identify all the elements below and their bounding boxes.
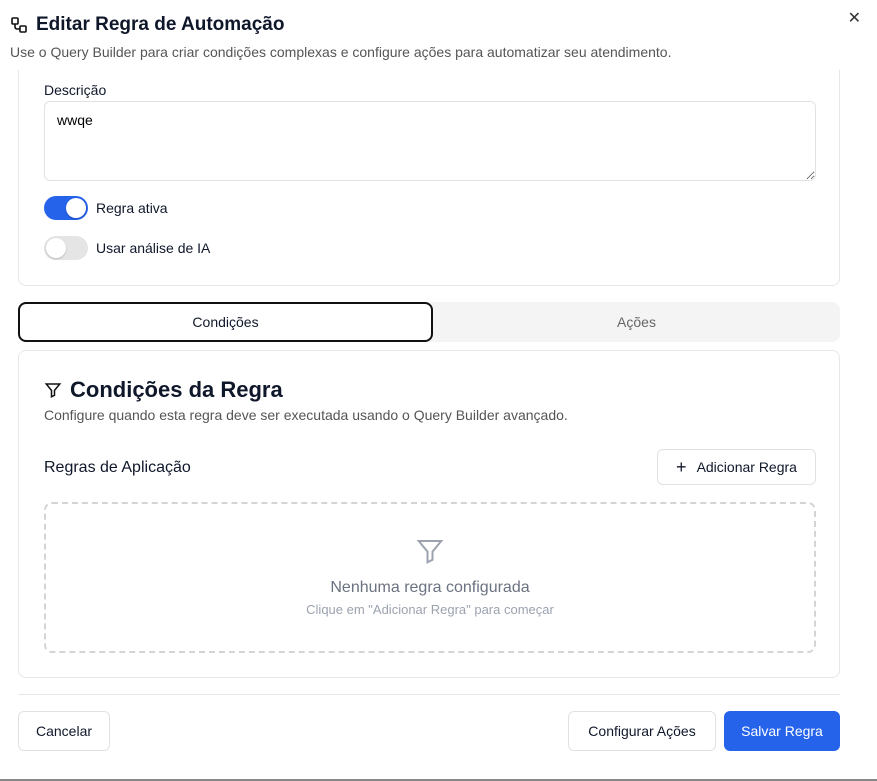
toggle-active-label: Regra ativa (96, 200, 168, 216)
toggle-active[interactable]: Regra ativa (44, 196, 168, 220)
workflow-icon (11, 17, 27, 33)
plus-icon: + (676, 456, 687, 477)
tab-conditions[interactable]: Condições (18, 302, 433, 342)
empty-state: Nenhuma regra configurada Clique em "Adi… (44, 502, 816, 653)
tabs: Condições Ações (18, 302, 840, 342)
dialog-title-text: Editar Regra de Automação (36, 14, 285, 35)
footer-divider (18, 694, 840, 695)
description-label: Descrição (44, 82, 107, 98)
conditions-subtitle: Configure quando esta regra deve ser exe… (44, 407, 568, 423)
dialog-subtitle: Use o Query Builder para criar condições… (10, 44, 672, 60)
rules-label: Regras de Aplicação (44, 459, 191, 476)
empty-hint: Clique em "Adicionar Regra" para começar (306, 602, 554, 617)
filter-icon (44, 383, 62, 398)
save-rule-button[interactable]: Salvar Regra (724, 711, 840, 751)
active-switch[interactable] (44, 196, 88, 220)
rule-details-card: Descrição Regra ativa Usar análise de IA (18, 70, 840, 286)
filter-icon (416, 540, 444, 564)
cancel-button[interactable]: Cancelar (18, 711, 110, 751)
toggle-ai-label: Usar análise de IA (96, 240, 211, 256)
ai-switch[interactable] (44, 236, 88, 260)
description-field[interactable] (44, 101, 816, 181)
close-icon[interactable]: ✕ (848, 8, 861, 28)
conditions-title: Condições da Regra (70, 377, 283, 402)
add-rule-label: Adicionar Regra (696, 459, 797, 475)
add-rule-button[interactable]: + Adicionar Regra (657, 449, 816, 485)
toggle-ai[interactable]: Usar análise de IA (44, 236, 210, 260)
empty-title: Nenhuma regra configurada (330, 579, 530, 596)
dialog-title: Editar Regra de Automação (10, 14, 284, 36)
tab-actions[interactable]: Ações (433, 302, 840, 342)
conditions-card: Condições da Regra Configure quando esta… (18, 350, 840, 678)
configure-actions-button[interactable]: Configurar Ações (568, 711, 716, 751)
